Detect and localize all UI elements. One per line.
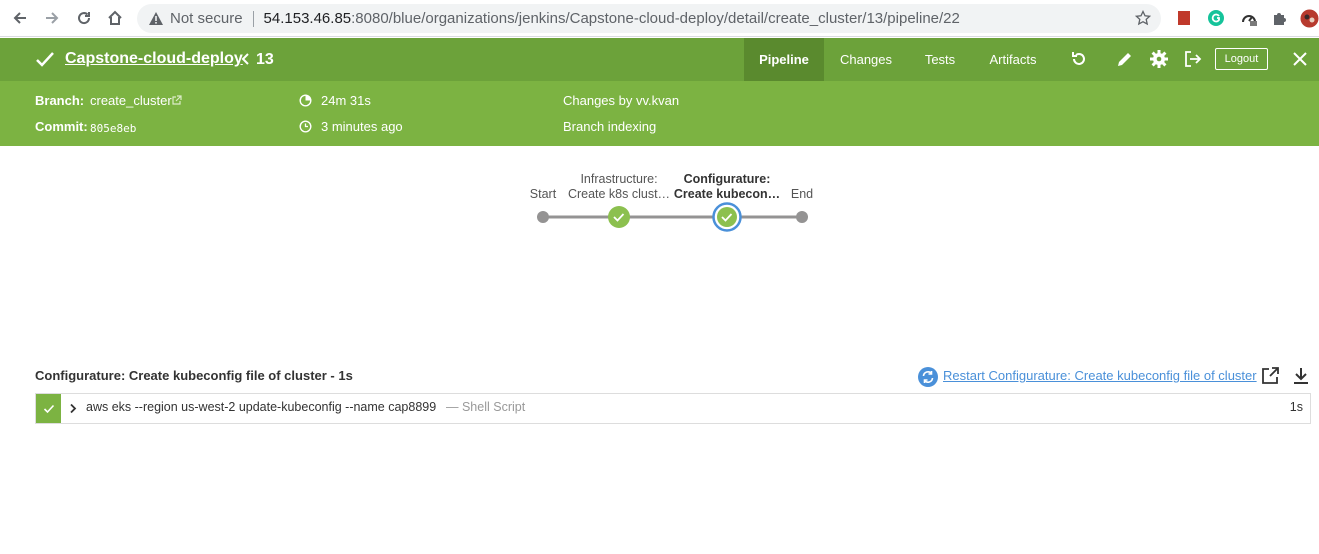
reload-icon[interactable] — [73, 7, 95, 29]
run-time-ago: 3 minutes ago — [321, 119, 403, 134]
url-text: 54.153.46.85:8080/blue/organizations/jen… — [264, 10, 960, 27]
bookmark-extension-icon[interactable] — [1175, 9, 1193, 27]
stage-label-infrastructure-line2: Create k8s clust… — [567, 187, 671, 201]
stage-label-configurature-line2: Create kubecon… — [673, 187, 781, 201]
stage-label-end: End — [790, 187, 814, 201]
step-command: aws eks --region us-west-2 update-kubeco… — [86, 400, 437, 414]
restart-stage-link[interactable]: Restart Configurature: Create kubeconfig… — [943, 368, 1257, 383]
rerun-icon[interactable] — [1069, 49, 1089, 69]
stage-label-configurature-line1: Configurature: — [683, 172, 771, 186]
start-node — [537, 211, 549, 223]
home-icon[interactable] — [104, 7, 126, 29]
stage-label-start: Start — [529, 187, 557, 201]
grammarly-icon[interactable] — [1207, 9, 1225, 27]
browser-toolbar: Not secure 54.153.46.85:8080/blue/organi… — [0, 0, 1319, 37]
tab-changes[interactable]: Changes — [832, 38, 900, 81]
close-icon[interactable] — [1290, 49, 1310, 69]
duration-icon — [299, 94, 312, 107]
url-host: 54.153.46.85 — [263, 10, 352, 27]
tab-tests[interactable]: Tests — [915, 38, 965, 81]
commit-label: Commit: — [35, 119, 88, 134]
trigger-cause: Branch indexing — [563, 119, 657, 134]
run-details-bar — [0, 81, 1319, 146]
step-duration: 1s — [1289, 400, 1303, 414]
extensions-puzzle-icon[interactable] — [1271, 9, 1289, 27]
logout-button[interactable]: Logout — [1215, 48, 1268, 70]
profile-avatar[interactable] — [1300, 9, 1319, 28]
back-icon[interactable] — [9, 7, 31, 29]
clock-icon — [299, 120, 312, 133]
check-icon — [43, 404, 54, 413]
forward-icon[interactable] — [41, 7, 63, 29]
edit-pencil-icon[interactable] — [1115, 49, 1135, 69]
external-link-icon[interactable] — [171, 95, 182, 106]
download-log-icon[interactable] — [1291, 366, 1311, 386]
branch-label: Branch: — [35, 93, 85, 108]
changes-by: Changes by vv.kvan — [563, 93, 680, 108]
settings-gear-icon[interactable] — [1149, 49, 1169, 69]
step-type: — Shell Script — [446, 400, 526, 414]
warning-icon — [149, 11, 163, 25]
project-name-link[interactable]: Capstone-cloud-deploy — [65, 50, 243, 68]
stage-node-infrastructure[interactable] — [608, 206, 630, 228]
commit-hash: 805e8eb — [90, 122, 137, 135]
tab-artifacts[interactable]: Artifacts — [980, 38, 1046, 81]
stage-label-infrastructure-line1: Infrastructure: — [580, 172, 658, 186]
classic-ui-icon[interactable] — [1183, 49, 1203, 69]
chevron-left-icon[interactable] — [240, 52, 250, 66]
stage-node-configurature[interactable] — [712, 202, 742, 232]
expand-chevron-icon[interactable] — [69, 403, 77, 414]
security-label: Not secure — [170, 10, 243, 27]
run-duration: 24m 31s — [321, 93, 371, 108]
step-panel-title: Configurature: Create kubeconfig file of… — [35, 368, 353, 383]
end-node — [796, 211, 808, 223]
step-row[interactable]: aws eks --region us-west-2 update-kubeco… — [35, 393, 1311, 424]
open-log-icon[interactable] — [1260, 366, 1280, 386]
success-check-icon — [36, 52, 54, 67]
step-success-status — [36, 394, 61, 423]
bookmark-star-icon[interactable] — [1135, 10, 1151, 26]
url-path: :8080/blue/organizations/jenkins/Capston… — [351, 10, 960, 27]
tab-pipeline[interactable]: Pipeline — [744, 38, 824, 81]
speedometer-extension-icon[interactable] — [1240, 9, 1258, 27]
address-bar[interactable]: Not secure 54.153.46.85:8080/blue/organi… — [137, 4, 1161, 33]
run-number: 13 — [256, 51, 274, 68]
branch-value[interactable]: create_cluster — [90, 93, 172, 108]
restart-stage-icon[interactable] — [917, 366, 939, 388]
address-separator — [252, 10, 254, 27]
